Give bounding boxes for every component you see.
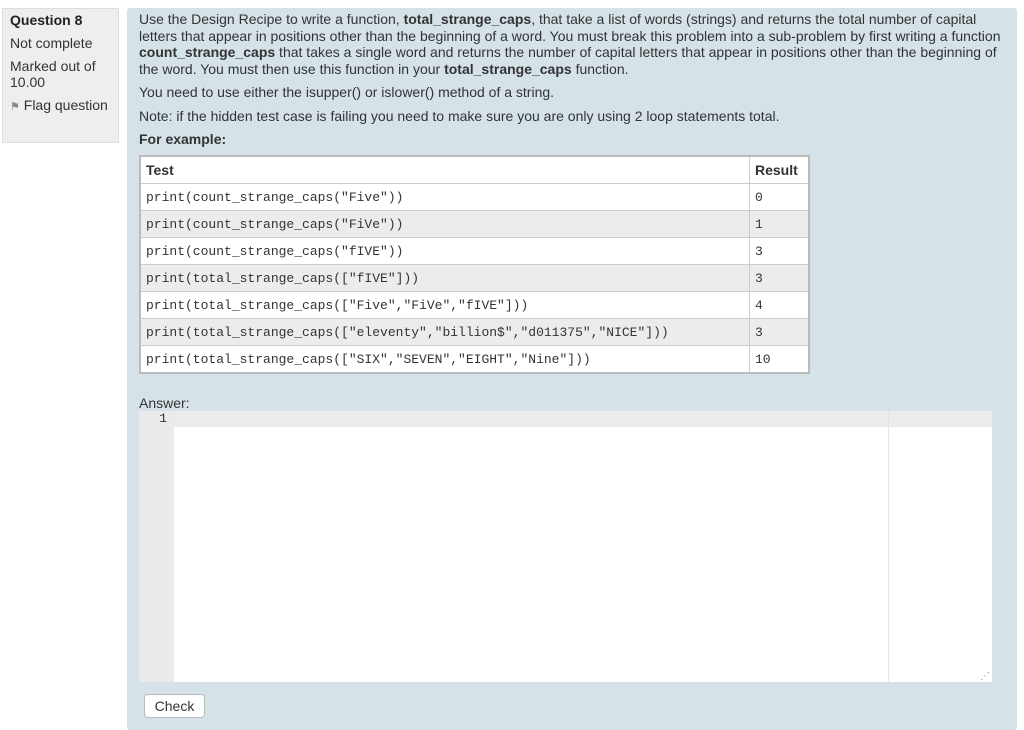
current-line[interactable] bbox=[174, 411, 992, 427]
flag-label: Flag question bbox=[23, 97, 108, 113]
table-row: print(count_strange_caps("fIVE")) 3 bbox=[139, 237, 810, 265]
test-cell: print(total_strange_caps(["Five","FiVe",… bbox=[139, 291, 750, 319]
result-cell: 1 bbox=[749, 210, 810, 238]
question-description: Use the Design Recipe to write a functio… bbox=[139, 11, 1005, 77]
result-cell: 3 bbox=[749, 237, 810, 265]
note-text: Note: if the hidden test case is failing… bbox=[139, 107, 780, 124]
flag-icon: ⚑ bbox=[10, 101, 20, 113]
question-panel: Use the Design Recipe to write a functio… bbox=[127, 8, 1017, 730]
header-test: Test bbox=[139, 155, 750, 184]
flag-question-link[interactable]: ⚑ Flag question bbox=[10, 97, 118, 115]
table-row: print(count_strange_caps("Five")) 0 bbox=[139, 183, 810, 211]
answer-editor[interactable]: 1 ⋰ bbox=[139, 411, 992, 682]
function-name: total_strange_caps bbox=[403, 11, 532, 27]
test-cell: print(count_strange_caps("Five")) bbox=[139, 183, 750, 211]
question-number: Question 8 bbox=[10, 12, 118, 28]
table-row: print(total_strange_caps(["fIVE"])) 3 bbox=[139, 264, 810, 292]
check-button[interactable]: Check bbox=[144, 694, 205, 718]
line-number: 1 bbox=[159, 411, 167, 426]
table-row: print(total_strange_caps(["eleventy","bi… bbox=[139, 318, 810, 346]
marked-out-of: Marked out of 10.00 bbox=[10, 58, 96, 90]
test-cell: print(total_strange_caps(["eleventy","bi… bbox=[139, 318, 750, 346]
test-cell: print(total_strange_caps(["fIVE"])) bbox=[139, 264, 750, 292]
table-row: print(count_strange_caps("FiVe")) 1 bbox=[139, 210, 810, 238]
line-gutter: 1 bbox=[139, 411, 174, 682]
text-segment: function. bbox=[571, 60, 629, 77]
example-label: For example: bbox=[139, 131, 227, 147]
question-label: Question bbox=[10, 12, 71, 28]
examples-table: Test Result print(count_strange_caps("Fiv… bbox=[139, 155, 810, 374]
header-result: Result bbox=[749, 155, 810, 184]
function-name: total_strange_caps bbox=[444, 60, 572, 77]
question-text: Use the Design Recipe to write a functio… bbox=[139, 11, 1005, 155]
result-cell: 3 bbox=[749, 264, 810, 292]
question-info: Question 8 Not complete Marked out of 10… bbox=[2, 8, 119, 143]
table-row: print(total_strange_caps(["SIX","SEVEN",… bbox=[139, 345, 810, 374]
result-cell: 0 bbox=[749, 183, 810, 211]
function-name: count_strange_caps bbox=[139, 44, 276, 60]
hint-text: You need to use either the isupper() or … bbox=[139, 84, 555, 100]
print-margin bbox=[888, 411, 889, 682]
result-cell: 4 bbox=[749, 291, 810, 319]
question-number-value: 8 bbox=[74, 12, 83, 28]
text-segment: Use the Design Recipe to write a functio… bbox=[139, 11, 404, 27]
resize-handle-icon[interactable]: ⋰ bbox=[980, 671, 990, 682]
test-cell: print(total_strange_caps(["SIX","SEVEN",… bbox=[139, 345, 750, 374]
result-cell: 10 bbox=[749, 345, 810, 374]
question-status: Not complete bbox=[10, 35, 93, 51]
test-cell: print(count_strange_caps("FiVe")) bbox=[139, 210, 750, 238]
answer-label: Answer: bbox=[139, 395, 190, 411]
result-cell: 3 bbox=[749, 318, 810, 346]
test-cell: print(count_strange_caps("fIVE")) bbox=[139, 237, 750, 265]
table-row: print(total_strange_caps(["Five","FiVe",… bbox=[139, 291, 810, 319]
